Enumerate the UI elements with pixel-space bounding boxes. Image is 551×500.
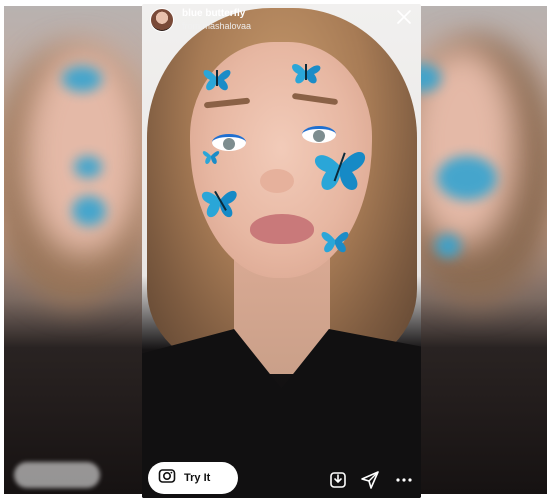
lips	[250, 214, 314, 244]
save-icon[interactable]	[328, 470, 348, 490]
creator-name[interactable]: from mashalovaa	[182, 20, 251, 32]
butterfly-icon	[196, 176, 244, 224]
send-icon[interactable]	[360, 470, 380, 490]
blurred-left-panel	[4, 6, 154, 494]
effect-name[interactable]: blue butterfly	[182, 8, 251, 20]
try-it-button[interactable]: Try It	[148, 462, 238, 494]
story-viewer: blue butterfly from mashalovaa Try It	[142, 4, 421, 498]
nose	[260, 169, 294, 193]
butterfly-icon	[200, 144, 222, 168]
butterfly-icon	[306, 136, 374, 198]
camera-icon	[158, 467, 176, 490]
butterfly-icon	[318, 222, 352, 258]
try-it-label: Try It	[184, 472, 211, 484]
butterfly-icon	[200, 60, 234, 96]
close-icon[interactable]	[397, 10, 411, 24]
story-header: blue butterfly from mashalovaa	[150, 8, 251, 32]
avatar[interactable]	[150, 8, 174, 32]
more-icon[interactable]	[394, 470, 414, 490]
butterfly-icon	[286, 56, 326, 88]
